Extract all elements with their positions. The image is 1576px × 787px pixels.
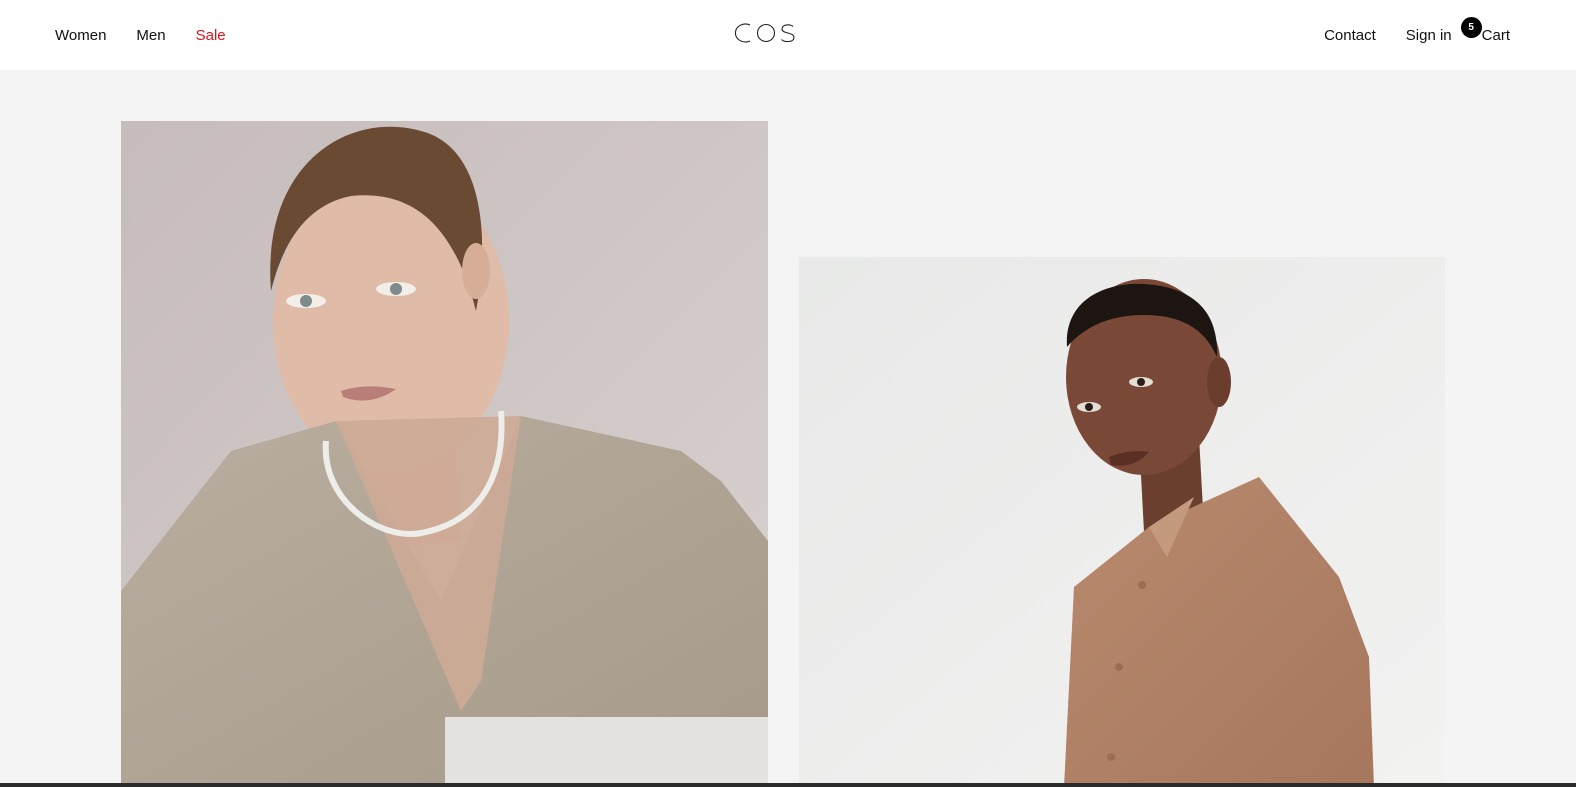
nav-women-link[interactable]: Women	[55, 26, 106, 46]
cart-count-badge: 5	[1460, 17, 1482, 38]
primary-nav: Women Men Sale	[55, 26, 256, 46]
site-header: Women Men Sale Contact Sign in 5 Cart	[0, 0, 1576, 70]
sign-in-link[interactable]: Sign in	[1406, 26, 1452, 46]
woman-portrait-image[interactable]	[121, 121, 768, 787]
bottom-divider	[0, 783, 1576, 787]
nav-sale-link[interactable]: Sale	[196, 26, 226, 46]
contact-link[interactable]: Contact	[1324, 26, 1376, 46]
nav-men-link[interactable]: Men	[136, 26, 165, 46]
woman-portrait-illustration	[121, 121, 768, 787]
overlay-card[interactable]	[445, 717, 768, 787]
utility-nav: Contact Sign in 5 Cart	[1294, 17, 1510, 46]
cart-button[interactable]: 5 Cart	[1460, 17, 1510, 46]
cart-label: Cart	[1481, 27, 1510, 44]
cos-logo-mark	[734, 23, 795, 43]
cos-logo[interactable]	[730, 18, 800, 48]
man-portrait-image[interactable]	[799, 257, 1445, 787]
man-portrait-illustration	[799, 257, 1445, 787]
